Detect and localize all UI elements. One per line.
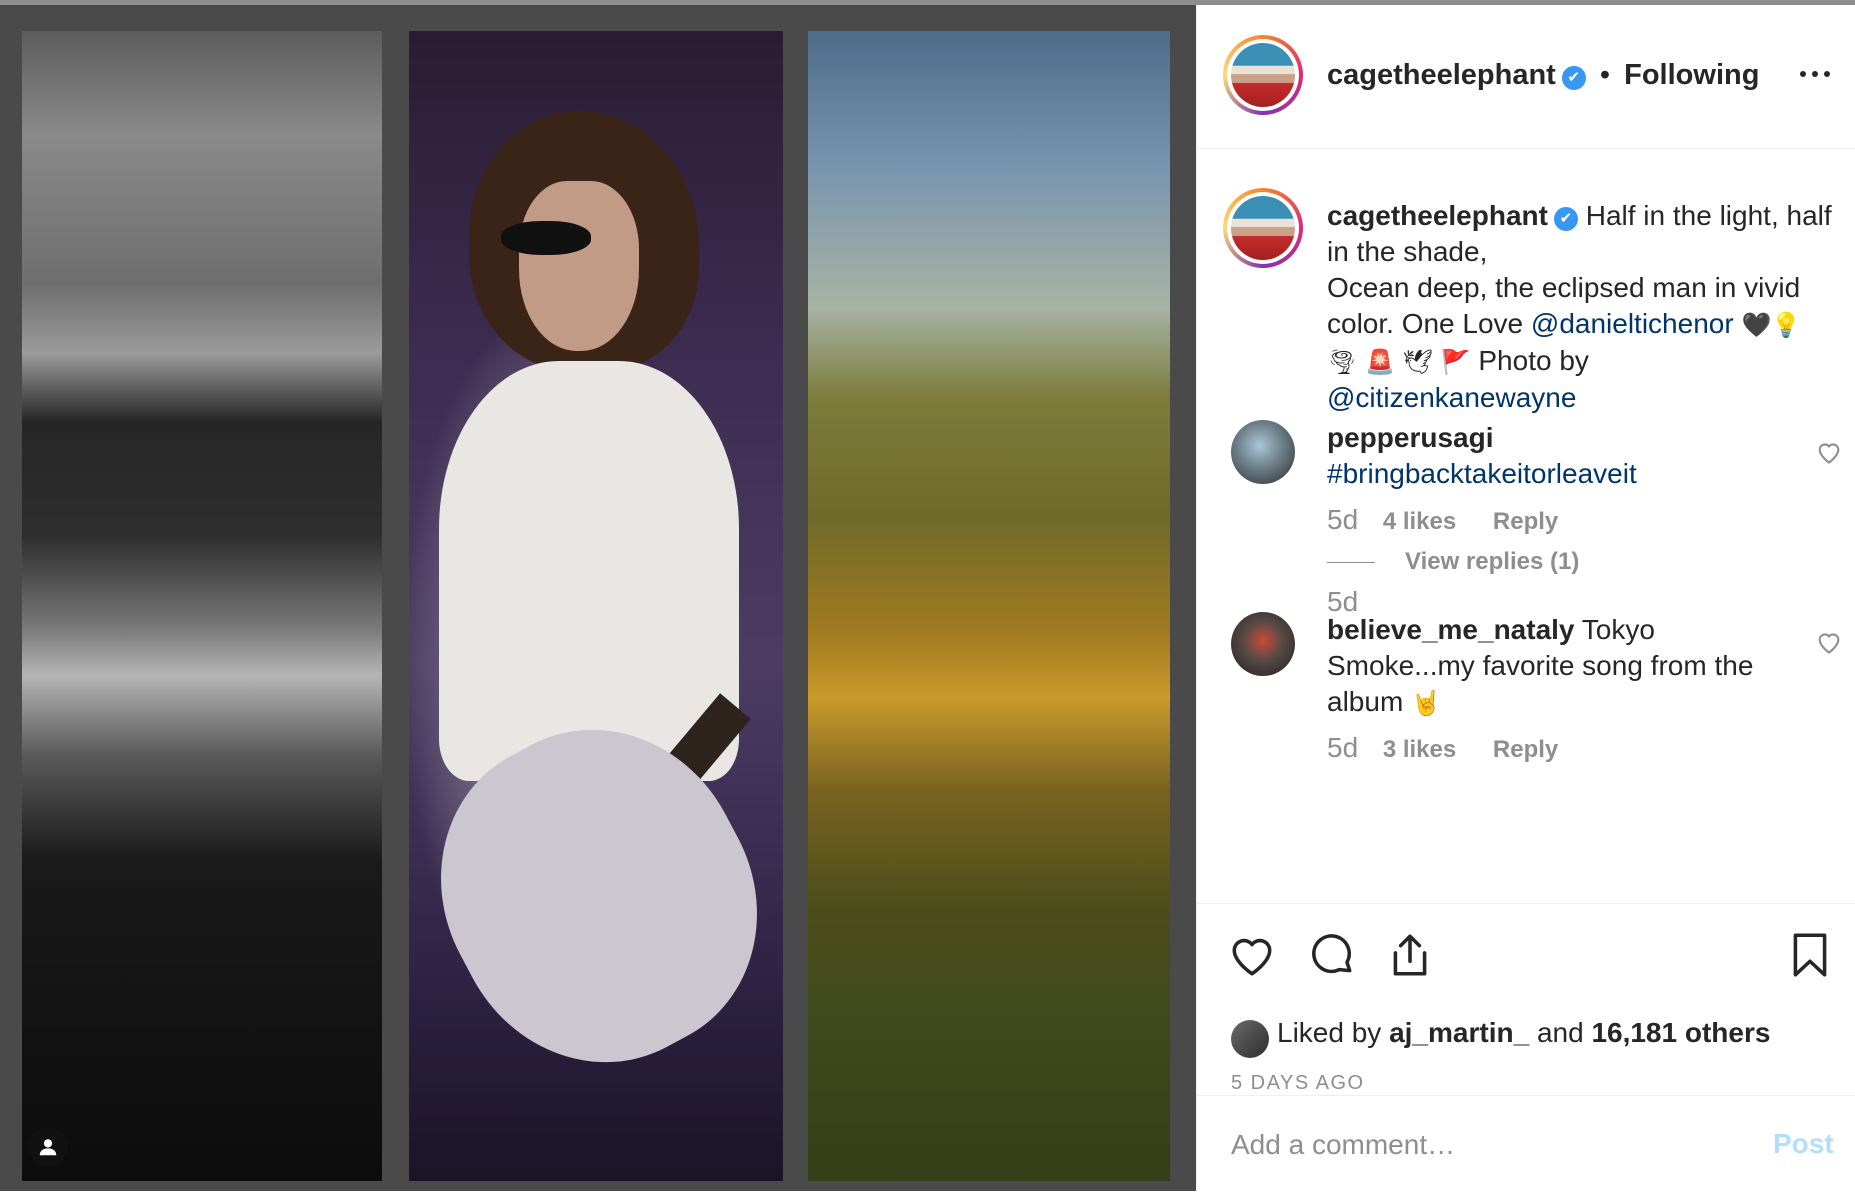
caption-mention[interactable]: @citizenkanewayne <box>1327 382 1576 413</box>
figure-sunglasses <box>501 221 591 255</box>
bookmark-icon[interactable] <box>1785 930 1835 980</box>
comment-likes[interactable]: 3 likes <box>1383 736 1456 763</box>
comment-time[interactable]: 5d <box>1327 504 1358 535</box>
post-comment-button[interactable]: Post <box>1773 1128 1834 1160</box>
account-avatar[interactable] <box>1223 35 1303 115</box>
more-icon[interactable] <box>1797 61 1833 87</box>
view-replies-label[interactable]: View replies (1) <box>1405 548 1579 575</box>
reply-button[interactable]: Reply <box>1493 736 1558 763</box>
verified-icon: ✔ <box>1561 66 1586 90</box>
following-button[interactable]: Following <box>1624 59 1759 91</box>
commenter-avatar[interactable] <box>1231 420 1295 484</box>
header-text: cagetheelephant ✔ • Following <box>1327 59 1759 92</box>
add-comment-bar: Post <box>1197 1095 1855 1192</box>
post-date[interactable]: 5 DAYS AGO <box>1231 1072 1365 1095</box>
likes-prefix: Liked by <box>1277 1017 1382 1048</box>
commenter-avatar[interactable] <box>1231 612 1295 676</box>
figure-face <box>519 181 639 351</box>
comment-time[interactable]: 5d <box>1327 732 1358 763</box>
comment-body: pepperusagi #bringbacktakeitorleaveit <box>1327 420 1797 492</box>
comment-username[interactable]: believe_me_nataly <box>1327 614 1575 645</box>
liker-avatar[interactable] <box>1231 1020 1269 1058</box>
comment-input[interactable] <box>1229 1122 1713 1168</box>
comment-meta: 5d 4 likes Reply <box>1327 504 1588 536</box>
figure-shirt <box>439 361 739 781</box>
comments-area[interactable]: cagetheelephant ✔ Half in the light, half… <box>1197 148 1855 903</box>
comment-meta: 5d 3 likes Reply <box>1327 732 1588 764</box>
comment-username[interactable]: pepperusagi <box>1327 422 1493 453</box>
caption-mention[interactable]: @danieltichenor <box>1531 308 1734 339</box>
liker-username[interactable]: aj_martin_ <box>1389 1017 1529 1048</box>
heart-icon[interactable] <box>1815 628 1843 656</box>
reply-button[interactable]: Reply <box>1493 508 1558 535</box>
replies-divider <box>1327 562 1375 564</box>
likes-summary: Liked by aj_martin_ and 16,181 others <box>1277 1017 1770 1049</box>
media-panel-landscape-bw <box>22 31 382 1181</box>
likes-joiner: and <box>1536 1017 1584 1048</box>
caption-text: Photo by <box>1478 345 1589 376</box>
media-panel-landscape-color <box>808 31 1170 1181</box>
post-actions: Liked by aj_martin_ and 16,181 others 5 … <box>1197 903 1855 1096</box>
user-tag-icon[interactable] <box>28 1127 68 1167</box>
caption-avatar[interactable] <box>1223 188 1303 268</box>
post-media[interactable] <box>0 5 1196 1191</box>
comment-body: believe_me_nataly Tokyo Smoke...my favor… <box>1327 612 1797 721</box>
comment-icon[interactable] <box>1307 930 1357 980</box>
comment-likes[interactable]: 4 likes <box>1383 508 1456 535</box>
post-header: cagetheelephant ✔ • Following <box>1197 5 1855 149</box>
caption-username[interactable]: cagetheelephant <box>1327 200 1548 231</box>
media-panel-guitarist <box>409 31 783 1181</box>
comment-emoji: 🤘 <box>1411 689 1441 717</box>
view-replies-button[interactable]: View replies (1) <box>1327 548 1579 576</box>
likes-others[interactable]: 16,181 others <box>1591 1017 1770 1048</box>
caption: cagetheelephant ✔ Half in the light, half… <box>1327 198 1837 416</box>
account-username[interactable]: cagetheelephant <box>1327 59 1556 91</box>
verified-icon: ✔ <box>1553 207 1578 231</box>
header-separator: • <box>1599 59 1611 91</box>
heart-icon[interactable] <box>1227 930 1277 980</box>
post-side-panel: cagetheelephant ✔ • Following cagetheelep… <box>1196 5 1855 1191</box>
comment-hashtag[interactable]: #bringbacktakeitorleaveit <box>1327 458 1637 489</box>
heart-icon[interactable] <box>1815 438 1843 466</box>
share-icon[interactable] <box>1385 930 1435 980</box>
